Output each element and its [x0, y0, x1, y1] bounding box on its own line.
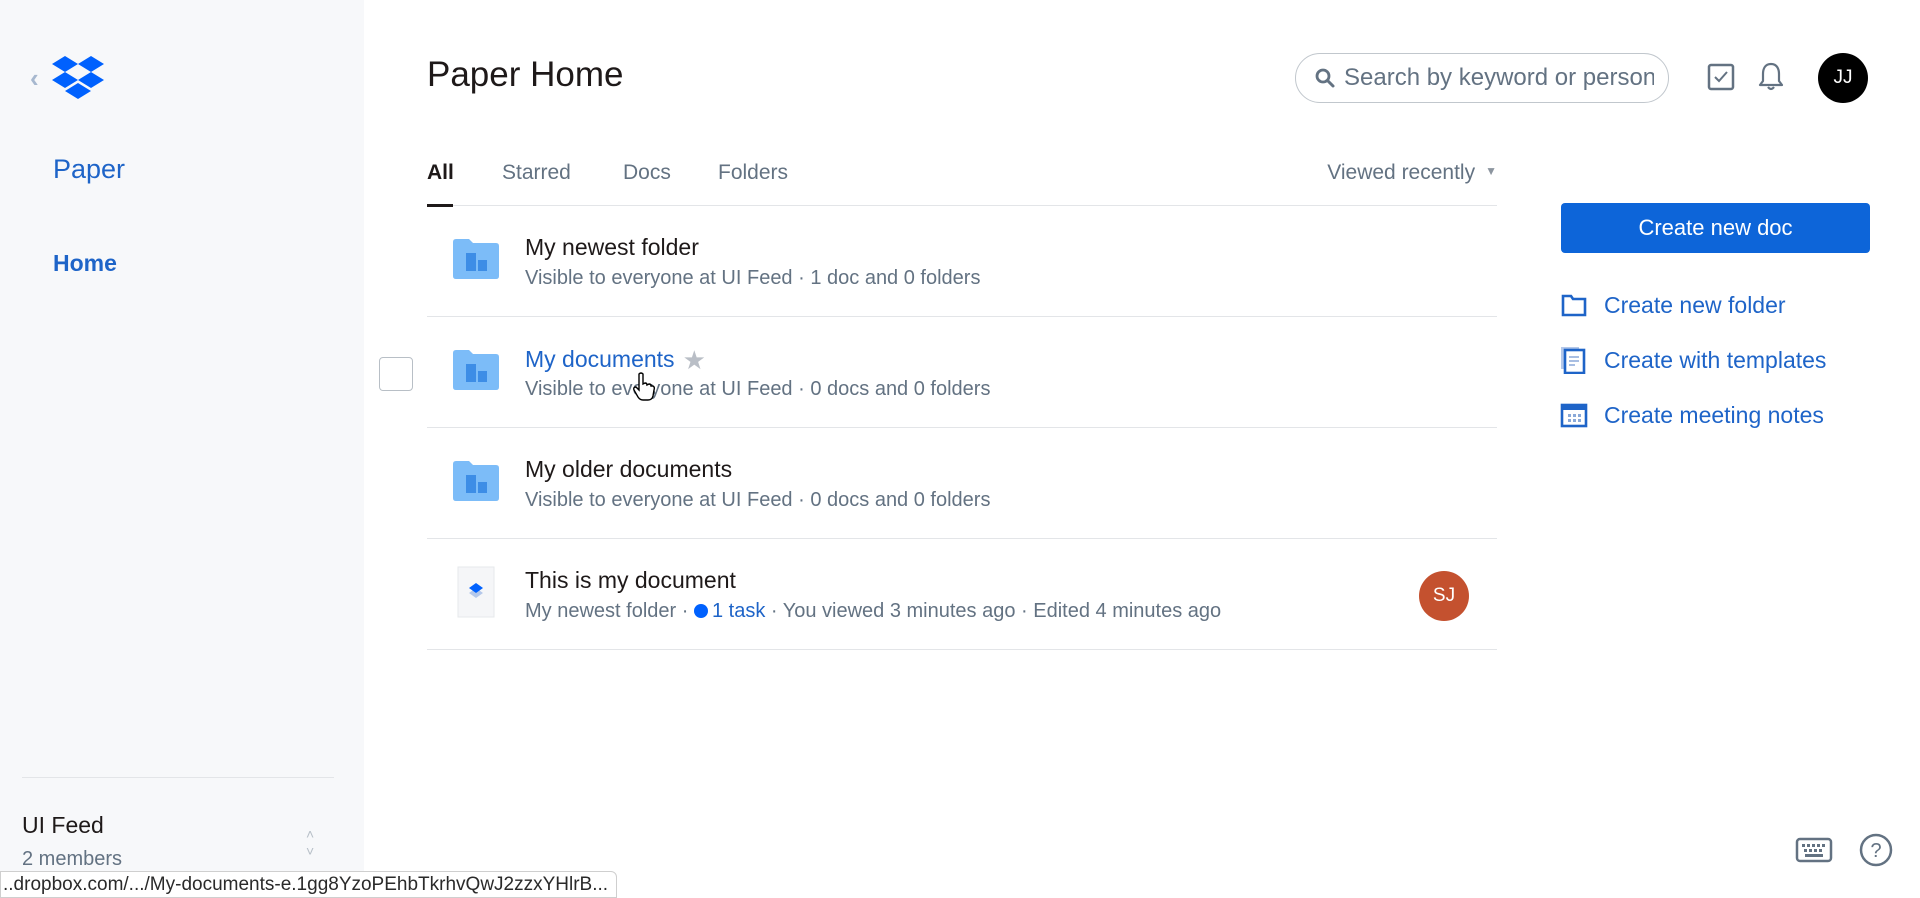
svg-text:?: ?: [1870, 840, 1881, 862]
sidebar-item-home[interactable]: Home: [53, 250, 117, 277]
list-item[interactable]: This is my document My newest folder · 1…: [427, 539, 1497, 650]
separator: ·: [676, 600, 694, 622]
item-activity: · You viewed 3 minutes ago · Edited 4 mi…: [765, 600, 1222, 622]
sort-dropdown[interactable]: Viewed recently ▼: [1327, 161, 1497, 185]
paper-doc-icon: [457, 566, 495, 618]
task-dot-icon: [693, 604, 708, 618]
star-icon[interactable]: ★: [683, 345, 706, 376]
tasks-checkbox-icon[interactable]: [1704, 60, 1738, 94]
item-meta: Visible to everyone at UI Feed · 0 docs …: [525, 378, 991, 400]
item-title[interactable]: This is my document: [525, 567, 736, 594]
chevron-left-icon[interactable]: ‹: [30, 65, 39, 91]
calendar-icon: [1560, 403, 1588, 428]
status-bar-url: ..dropbox.com/.../My-documents-e.1gg8Yzo…: [0, 871, 618, 898]
search-icon: [1315, 68, 1335, 88]
team-name[interactable]: UI Feed: [22, 812, 104, 839]
create-with-templates-link[interactable]: Create with templates: [1560, 346, 1826, 374]
tab-folders[interactable]: Folders: [718, 161, 788, 185]
action-label: Create meeting notes: [1604, 401, 1824, 428]
filter-tabs: All Starred Docs Folders Viewed recently…: [427, 158, 1497, 207]
item-title-link[interactable]: My documents ★: [525, 345, 706, 376]
item-meta: Visible to everyone at UI Feed · 0 docs …: [525, 489, 991, 511]
app-name[interactable]: Paper: [53, 154, 125, 185]
tab-label: All: [427, 161, 454, 184]
sidebar: ‹ Paper Home UI Feed 2 members ˄ ˅: [0, 0, 364, 896]
item-folder[interactable]: My newest folder: [525, 600, 676, 622]
page-title: Paper Home: [427, 55, 624, 94]
notifications-bell-icon[interactable]: [1754, 60, 1788, 94]
create-new-doc-button[interactable]: Create new doc: [1561, 203, 1870, 253]
sidebar-divider: [22, 777, 334, 778]
tab-docs[interactable]: Docs: [623, 161, 671, 185]
file-list: My newest folder Visible to everyone at …: [379, 206, 1497, 650]
sort-label: Viewed recently: [1327, 161, 1476, 184]
folder-icon: [1561, 294, 1587, 317]
item-title[interactable]: My newest folder: [525, 234, 699, 261]
dropbox-logo-icon[interactable]: [52, 56, 104, 100]
item-meta: My newest folder · 1 task · You viewed 3…: [525, 600, 1221, 623]
create-meeting-notes-link[interactable]: Create meeting notes: [1560, 401, 1824, 429]
list-item[interactable]: My older documents Visible to everyone a…: [427, 428, 1497, 539]
hand-cursor-icon: [633, 372, 656, 401]
help-icon[interactable]: ?: [1858, 832, 1894, 868]
chevron-updown-icon[interactable]: ˄ ˅: [306, 826, 314, 860]
team-folder-icon: [453, 461, 499, 501]
templates-icon: [1561, 347, 1586, 374]
item-title[interactable]: My older documents: [525, 456, 732, 483]
action-label: Create with templates: [1604, 346, 1827, 373]
tab-starred[interactable]: Starred: [502, 161, 571, 185]
item-title[interactable]: My documents: [525, 346, 675, 372]
team-folder-icon: [453, 239, 499, 279]
collaborator-avatar[interactable]: SJ: [1419, 571, 1469, 621]
user-avatar[interactable]: JJ: [1818, 53, 1868, 103]
task-link[interactable]: 1 task: [712, 600, 765, 622]
team-folder-icon: [453, 350, 499, 390]
list-item[interactable]: My documents ★ Visible to everyone at UI …: [379, 317, 1497, 428]
list-item[interactable]: My newest folder Visible to everyone at …: [427, 206, 1497, 317]
search-input[interactable]: [1344, 64, 1654, 92]
select-checkbox[interactable]: [379, 357, 413, 391]
action-label: Create new folder: [1604, 291, 1786, 318]
team-members: 2 members: [22, 848, 123, 870]
keyboard-shortcuts-icon[interactable]: [1795, 836, 1833, 864]
tab-all[interactable]: All: [427, 161, 454, 185]
item-meta: Visible to everyone at UI Feed · 1 doc a…: [525, 267, 981, 289]
caret-down-icon: ▼: [1485, 164, 1497, 178]
search-box[interactable]: [1295, 53, 1669, 103]
create-new-folder-link[interactable]: Create new folder: [1560, 291, 1786, 319]
